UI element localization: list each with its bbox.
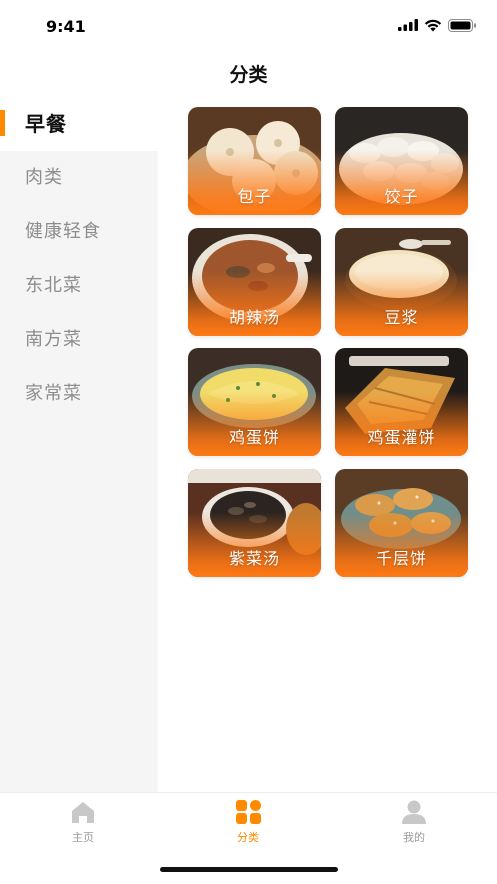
food-card-baozi[interactable]: 包子 bbox=[188, 107, 321, 215]
wifi-icon bbox=[424, 19, 442, 31]
page-title: 分类 bbox=[229, 64, 268, 86]
sidebar-item-label: 健康轻食 bbox=[25, 221, 101, 242]
food-card-label: 胡辣汤 bbox=[228, 308, 280, 327]
home-indicator bbox=[160, 867, 338, 872]
food-card-jiaozi[interactable]: 饺子 bbox=[335, 107, 468, 215]
sidebar-item-southern[interactable]: 南方菜 bbox=[0, 313, 158, 367]
tab-label: 分类 bbox=[237, 831, 259, 844]
food-card-jidanbing[interactable]: 鸡蛋饼 bbox=[188, 348, 321, 456]
tab-label: 我的 bbox=[403, 831, 425, 844]
sidebar-item-label: 肉类 bbox=[25, 167, 63, 188]
cellular-signal-icon bbox=[398, 19, 418, 31]
category-icon bbox=[236, 800, 261, 824]
food-card-label: 豆浆 bbox=[384, 308, 419, 327]
food-card-doujiang[interactable]: 豆浆 bbox=[335, 228, 468, 336]
food-card-label: 饺子 bbox=[384, 187, 419, 206]
sidebar-item-northeast[interactable]: 东北菜 bbox=[0, 259, 158, 313]
sidebar-item-label: 东北菜 bbox=[25, 275, 82, 296]
food-card-hulatang[interactable]: 胡辣汤 bbox=[188, 228, 321, 336]
food-card-zicaitang[interactable]: 紫菜汤 bbox=[188, 469, 321, 577]
food-card-jidanguanbing[interactable]: 鸡蛋灌饼 bbox=[335, 348, 468, 456]
status-bar: 9:41 bbox=[0, 0, 497, 52]
sidebar-item-label: 家常菜 bbox=[25, 383, 82, 404]
sidebar-item-meat[interactable]: 肉类 bbox=[0, 151, 158, 205]
sidebar-item-label: 早餐 bbox=[25, 112, 67, 136]
sidebar-item-home-style[interactable]: 家常菜 bbox=[0, 367, 158, 421]
category-sidebar: 早餐 肉类 健康轻食 东北菜 南方菜 家常菜 bbox=[0, 97, 158, 792]
status-time: 9:41 bbox=[46, 17, 86, 36]
sidebar-item-healthy-light[interactable]: 健康轻食 bbox=[0, 205, 158, 259]
tab-label: 主页 bbox=[72, 831, 94, 844]
food-card-qiancengbing[interactable]: 千层饼 bbox=[335, 469, 468, 577]
food-card-label: 鸡蛋饼 bbox=[228, 428, 280, 447]
battery-icon bbox=[448, 18, 476, 32]
tab-home[interactable]: 主页 bbox=[43, 799, 123, 845]
home-icon bbox=[72, 802, 94, 823]
food-card-label: 鸡蛋灌饼 bbox=[367, 428, 436, 447]
food-card-label: 紫菜汤 bbox=[228, 549, 280, 568]
tab-category[interactable]: 分类 bbox=[208, 799, 288, 845]
tab-profile[interactable]: 我的 bbox=[374, 799, 454, 845]
food-card-label: 包子 bbox=[237, 187, 272, 206]
sidebar-item-breakfast[interactable]: 早餐 bbox=[0, 97, 158, 151]
user-icon bbox=[402, 800, 426, 824]
status-icons bbox=[398, 15, 477, 35]
food-card-label: 千层饼 bbox=[375, 549, 427, 568]
sidebar-item-label: 南方菜 bbox=[25, 329, 82, 350]
